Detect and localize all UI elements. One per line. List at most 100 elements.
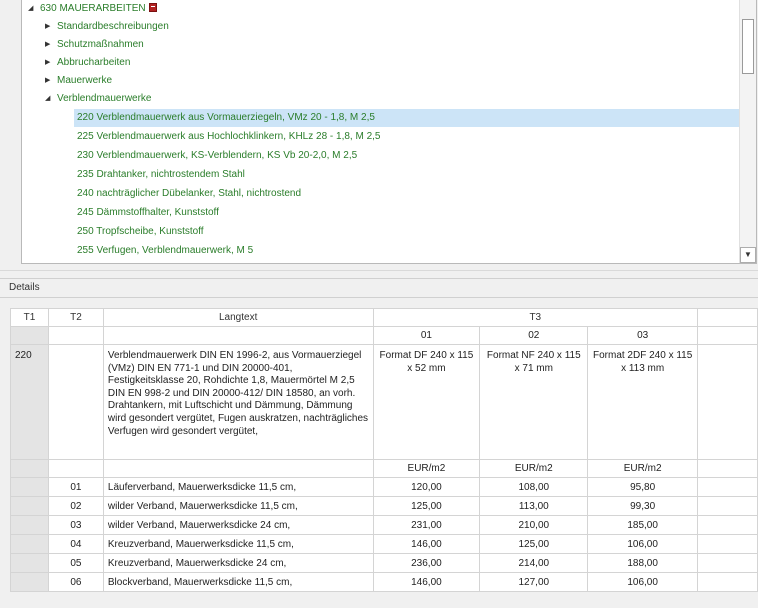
tree-item-235[interactable]: 235 Drahtanker, nichtrostendem Stahl bbox=[77, 166, 245, 184]
cell-t2: 06 bbox=[47, 572, 104, 592]
tree-node-mauerwerke[interactable]: ▶ Mauerwerke bbox=[45, 72, 112, 90]
cell-t2 bbox=[47, 459, 104, 478]
tree-item-230[interactable]: 230 Verblendmauerwerk, KS-Verblendern, K… bbox=[77, 147, 357, 165]
column-header-t1[interactable]: T1 bbox=[10, 308, 49, 327]
tree-item-label: 230 Verblendmauerwerk, KS-Verblendern, K… bbox=[77, 150, 358, 161]
cell-empty bbox=[697, 477, 758, 497]
tree-panel: ◢ 630 MAUERARBEITEN ▶ Standardbeschreibung… bbox=[0, 0, 758, 270]
cell-langtext: Kreuzverband, Mauerwerksdicke 24 cm, bbox=[102, 553, 374, 573]
cell-format-02: Format NF 240 x 115 x 71 mm bbox=[479, 344, 589, 460]
cell-price-03: 106,00 bbox=[587, 534, 699, 554]
tree-node-label: Verblendmauerwerke bbox=[57, 93, 152, 104]
expanded-arrow-icon[interactable]: ◢ bbox=[28, 0, 40, 18]
cell-price-01: 125,00 bbox=[372, 496, 481, 516]
tree-node-verblendmauerwerke[interactable]: ◢ Verblendmauerwerke bbox=[45, 90, 152, 108]
cell-price-02: 127,00 bbox=[479, 572, 589, 592]
tree-item-label: 245 Dämmstoffhalter, Kunststoff bbox=[77, 207, 219, 218]
details-table: T1 T2 Langtext T3 01 02 03 220 Verblendm… bbox=[10, 308, 758, 592]
cell-format-03: Format 2DF 240 x 115 x 113 mm bbox=[587, 344, 699, 460]
cell-empty bbox=[697, 553, 758, 573]
subcolumn-01: 01 bbox=[372, 326, 481, 345]
cell-unit-03: EUR/m2 bbox=[587, 459, 699, 478]
subcolumn-03: 03 bbox=[587, 326, 699, 345]
tree-item-label: 220 Verblendmauerwerk aus Vormauerziegel… bbox=[77, 112, 375, 123]
cell-empty bbox=[697, 344, 758, 460]
tree-node-schutzmassnahmen[interactable]: ▶ Schutzmaßnahmen bbox=[45, 36, 144, 54]
tree-node-standardbeschreibungen[interactable]: ▶ Standardbeschreibungen bbox=[45, 18, 169, 36]
cell-price-03: 188,00 bbox=[587, 553, 699, 573]
table-row[interactable]: 01 Läuferverband, Mauerwerksdicke 11,5 c… bbox=[10, 477, 758, 497]
cell-empty bbox=[697, 459, 758, 478]
tree-node-abbrucharbeiten[interactable]: ▶ Abbrucharbeiten bbox=[45, 54, 130, 72]
cell-t1 bbox=[10, 515, 49, 535]
tree-item-245[interactable]: 245 Dämmstoffhalter, Kunststoff bbox=[77, 204, 219, 222]
cell-t1: 220 bbox=[10, 344, 49, 460]
tree-scrollbar[interactable]: ▼ bbox=[739, 0, 756, 263]
column-header-langtext[interactable]: Langtext bbox=[102, 308, 374, 327]
position-row-220[interactable]: 220 Verblendmauerwerk DIN EN 1996-2, aus… bbox=[10, 344, 758, 460]
cell-format-01: Format DF 240 x 115 x 52 mm bbox=[372, 344, 481, 460]
column-header-t2[interactable]: T2 bbox=[47, 308, 104, 327]
cell-langtext bbox=[102, 326, 374, 345]
table-row[interactable]: 06 Blockverband, Mauerwerksdicke 11,5 cm… bbox=[10, 572, 758, 592]
scrollbar-thumb[interactable] bbox=[742, 19, 754, 74]
subcolumn-02: 02 bbox=[479, 326, 589, 345]
cell-price-03: 106,00 bbox=[587, 572, 699, 592]
cell-price-01: 120,00 bbox=[372, 477, 481, 497]
cell-langtext bbox=[102, 459, 374, 478]
cell-price-02: 108,00 bbox=[479, 477, 589, 497]
column-header-t3[interactable]: T3 bbox=[372, 308, 699, 327]
table-row[interactable]: 03 wilder Verband, Mauerwerksdicke 24 cm… bbox=[10, 515, 758, 535]
collapsed-arrow-icon[interactable]: ▶ bbox=[45, 18, 57, 36]
expanded-arrow-icon[interactable]: ◢ bbox=[45, 90, 57, 108]
cell-langtext: Verblendmauerwerk DIN EN 1996-2, aus Vor… bbox=[102, 344, 374, 460]
cell-t1 bbox=[10, 459, 49, 478]
cell-price-01: 146,00 bbox=[372, 572, 481, 592]
tree-item-label: 225 Verblendmauerwerk aus Hochlochklinke… bbox=[77, 131, 381, 142]
cell-unit-01: EUR/m2 bbox=[372, 459, 481, 478]
tree-item-240[interactable]: 240 nachträglicher Dübelanker, Stahl, ni… bbox=[77, 185, 301, 203]
tree-item-255[interactable]: 255 Verfugen, Verblendmauerwerk, M 5 bbox=[77, 242, 253, 260]
panel-splitter[interactable] bbox=[0, 270, 758, 278]
cell-empty bbox=[697, 326, 758, 345]
cell-price-02: 125,00 bbox=[479, 534, 589, 554]
table-row[interactable]: 04 Kreuzverband, Mauerwerksdicke 11,5 cm… bbox=[10, 534, 758, 554]
cell-unit-02: EUR/m2 bbox=[479, 459, 589, 478]
cell-t2: 04 bbox=[47, 534, 104, 554]
tree-node-label: Standardbeschreibungen bbox=[57, 21, 169, 32]
tree-item-220[interactable]: 220 Verblendmauerwerk aus Vormauerziegel… bbox=[74, 109, 739, 127]
scroll-down-arrow-icon[interactable]: ▼ bbox=[740, 247, 756, 263]
cell-price-03: 185,00 bbox=[587, 515, 699, 535]
cell-price-01: 231,00 bbox=[372, 515, 481, 535]
cell-empty bbox=[697, 534, 758, 554]
header-row: T1 T2 Langtext T3 bbox=[10, 308, 758, 327]
cell-langtext: wilder Verband, Mauerwerksdicke 11,5 cm, bbox=[102, 496, 374, 516]
tree-node-label: Mauerwerke bbox=[57, 75, 113, 86]
cell-t1 bbox=[10, 326, 49, 345]
tree-item-label: 240 nachträglicher Dübelanker, Stahl, ni… bbox=[77, 188, 302, 199]
cell-langtext: Blockverband, Mauerwerksdicke 11,5 cm, bbox=[102, 572, 374, 592]
table-row[interactable]: 05 Kreuzverband, Mauerwerksdicke 24 cm, … bbox=[10, 553, 758, 573]
cell-langtext: Kreuzverband, Mauerwerksdicke 11,5 cm, bbox=[102, 534, 374, 554]
subheader-row: 01 02 03 bbox=[10, 326, 758, 345]
tree-node-root[interactable]: ◢ 630 MAUERARBEITEN bbox=[28, 0, 157, 18]
collapsed-arrow-icon[interactable]: ▶ bbox=[45, 54, 57, 72]
tree-view[interactable]: ◢ 630 MAUERARBEITEN ▶ Standardbeschreibung… bbox=[21, 0, 757, 264]
cell-t2 bbox=[47, 344, 104, 460]
collapsed-arrow-icon[interactable]: ▶ bbox=[45, 36, 57, 54]
tree-item-250[interactable]: 250 Tropfscheibe, Kunststoff bbox=[77, 223, 204, 241]
cell-t1 bbox=[10, 496, 49, 516]
cell-price-01: 236,00 bbox=[372, 553, 481, 573]
table-row[interactable]: 02 wilder Verband, Mauerwerksdicke 11,5 … bbox=[10, 496, 758, 516]
tree-node-label: Schutzmaßnahmen bbox=[57, 39, 144, 50]
cell-t1 bbox=[10, 572, 49, 592]
tree-item-label: 235 Drahtanker, nichtrostendem Stahl bbox=[77, 169, 245, 180]
collapsed-arrow-icon[interactable]: ▶ bbox=[45, 72, 57, 90]
tree-item-label: 255 Verfugen, Verblendmauerwerk, M 5 bbox=[77, 245, 254, 256]
cell-price-03: 99,30 bbox=[587, 496, 699, 516]
cell-price-03: 95,80 bbox=[587, 477, 699, 497]
tree-item-225[interactable]: 225 Verblendmauerwerk aus Hochlochklinke… bbox=[77, 128, 381, 146]
details-panel: T1 T2 Langtext T3 01 02 03 220 Verblendm… bbox=[0, 298, 758, 608]
cell-t2 bbox=[47, 326, 104, 345]
cell-empty bbox=[697, 515, 758, 535]
